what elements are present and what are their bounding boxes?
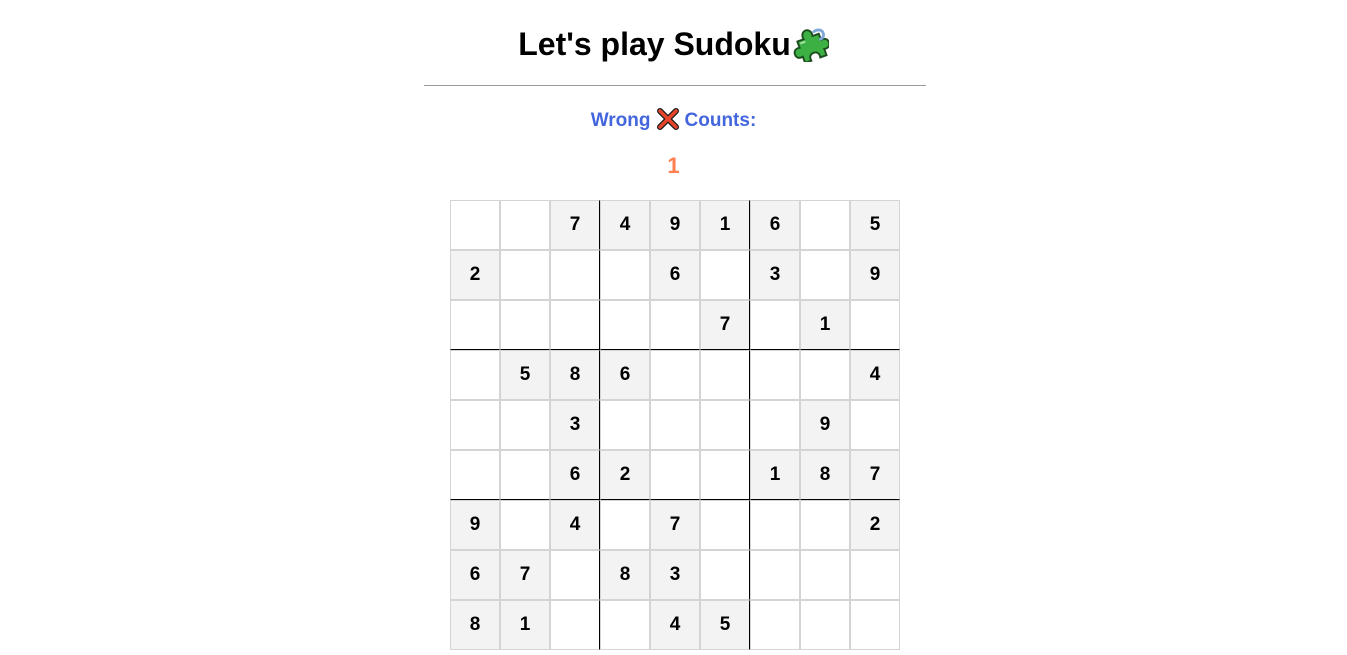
sudoku-cell-r2-c6[interactable]: [700, 250, 750, 300]
sudoku-board: 74916526397158643962187947267838145: [450, 200, 900, 650]
sudoku-cell-r6-c5[interactable]: [650, 450, 700, 500]
sudoku-cell-r4-c3[interactable]: 8: [550, 350, 600, 400]
sudoku-cell-r8-c1[interactable]: 6: [450, 550, 500, 600]
sudoku-cell-r5-c5[interactable]: [650, 400, 700, 450]
sudoku-cell-r9-c7[interactable]: [750, 600, 800, 650]
sudoku-cell-r3-c1[interactable]: [450, 300, 500, 350]
sudoku-cell-r5-c9[interactable]: [850, 400, 900, 450]
sudoku-cell-r2-c2[interactable]: [500, 250, 550, 300]
sudoku-cell-r1-c5[interactable]: 9: [650, 200, 700, 250]
sudoku-cell-r4-c9[interactable]: 4: [850, 350, 900, 400]
sudoku-cell-r5-c3[interactable]: 3: [550, 400, 600, 450]
sudoku-cell-r1-c8[interactable]: [800, 200, 850, 250]
sudoku-cell-r3-c3[interactable]: [550, 300, 600, 350]
sudoku-cell-r8-c8[interactable]: [800, 550, 850, 600]
sudoku-cell-r4-c7[interactable]: [750, 350, 800, 400]
wrong-label: Wrong: [590, 110, 651, 131]
sudoku-cell-r9-c4[interactable]: [600, 600, 650, 650]
sudoku-cell-r1-c1[interactable]: [450, 200, 500, 250]
sudoku-cell-r2-c9[interactable]: 9: [850, 250, 900, 300]
sudoku-cell-r3-c5[interactable]: [650, 300, 700, 350]
sudoku-cell-r2-c3[interactable]: [550, 250, 600, 300]
sudoku-cell-r5-c2[interactable]: [500, 400, 550, 450]
page-title-text: Let's play Sudoku: [518, 26, 791, 62]
sudoku-cell-r5-c8[interactable]: 9: [800, 400, 850, 450]
sudoku-cell-r8-c4[interactable]: 8: [600, 550, 650, 600]
sudoku-cell-r5-c7[interactable]: [750, 400, 800, 450]
sudoku-cell-r3-c2[interactable]: [500, 300, 550, 350]
sudoku-cell-r1-c4[interactable]: 4: [600, 200, 650, 250]
sudoku-cell-r3-c8[interactable]: 1: [800, 300, 850, 350]
sudoku-cell-r7-c5[interactable]: 7: [650, 500, 700, 550]
sudoku-cell-r2-c7[interactable]: 3: [750, 250, 800, 300]
sudoku-cell-r4-c1[interactable]: [450, 350, 500, 400]
sudoku-cell-r4-c6[interactable]: [700, 350, 750, 400]
sudoku-cell-r7-c7[interactable]: [750, 500, 800, 550]
sudoku-cell-r9-c6[interactable]: 5: [700, 600, 750, 650]
sudoku-cell-r7-c8[interactable]: [800, 500, 850, 550]
sudoku-cell-r2-c5[interactable]: 6: [650, 250, 700, 300]
sudoku-cell-r8-c2[interactable]: 7: [500, 550, 550, 600]
sudoku-cell-r6-c7[interactable]: 1: [750, 450, 800, 500]
sudoku-cell-r1-c3[interactable]: 7: [550, 200, 600, 250]
sudoku-cell-r6-c4[interactable]: 2: [600, 450, 650, 500]
sudoku-cell-r3-c9[interactable]: [850, 300, 900, 350]
sudoku-cell-r9-c2[interactable]: 1: [500, 600, 550, 650]
sudoku-cell-r7-c4[interactable]: [600, 500, 650, 550]
wrong-count-value: 1: [667, 153, 680, 178]
sudoku-cell-r9-c5[interactable]: 4: [650, 600, 700, 650]
sudoku-cell-r8-c7[interactable]: [750, 550, 800, 600]
sudoku-page: Let's play Sudoku Wrong Counts: 1 749165…: [0, 0, 1347, 655]
sudoku-cell-r6-c9[interactable]: 7: [850, 450, 900, 500]
sudoku-cell-r2-c1[interactable]: 2: [450, 250, 500, 300]
sudoku-cell-r8-c5[interactable]: 3: [650, 550, 700, 600]
sudoku-cell-r8-c9[interactable]: [850, 550, 900, 600]
sudoku-cell-r1-c9[interactable]: 5: [850, 200, 900, 250]
sudoku-cell-r5-c4[interactable]: [600, 400, 650, 450]
sudoku-cell-r2-c8[interactable]: [800, 250, 850, 300]
sudoku-cell-r4-c4[interactable]: 6: [600, 350, 650, 400]
page-title: Let's play Sudoku: [0, 22, 1347, 66]
sudoku-cell-r6-c2[interactable]: [500, 450, 550, 500]
sudoku-cell-r4-c2[interactable]: 5: [500, 350, 550, 400]
sudoku-cell-r7-c1[interactable]: 9: [450, 500, 500, 550]
sudoku-cell-r9-c9[interactable]: [850, 600, 900, 650]
sudoku-cell-r9-c3[interactable]: [550, 600, 600, 650]
sudoku-cell-r9-c1[interactable]: 8: [450, 600, 500, 650]
sudoku-cell-r8-c6[interactable]: [700, 550, 750, 600]
sudoku-cell-r5-c1[interactable]: [450, 400, 500, 450]
wrong-counts-label: Wrong Counts:: [0, 108, 1347, 133]
sudoku-cell-r7-c2[interactable]: [500, 500, 550, 550]
sudoku-cell-r1-c6[interactable]: 1: [700, 200, 750, 250]
sudoku-cell-r6-c1[interactable]: [450, 450, 500, 500]
sudoku-cell-r2-c4[interactable]: [600, 250, 650, 300]
sudoku-cell-r4-c8[interactable]: [800, 350, 850, 400]
sudoku-cell-r3-c6[interactable]: 7: [700, 300, 750, 350]
sudoku-cell-r6-c3[interactable]: 6: [550, 450, 600, 500]
cross-mark-icon: [656, 108, 679, 130]
header-divider: [424, 85, 926, 86]
sudoku-cell-r9-c8[interactable]: [800, 600, 850, 650]
sudoku-cell-r6-c8[interactable]: 8: [800, 450, 850, 500]
sudoku-cell-r8-c3[interactable]: [550, 550, 600, 600]
sudoku-cell-r5-c6[interactable]: [700, 400, 750, 450]
sudoku-cell-r3-c4[interactable]: [600, 300, 650, 350]
sudoku-cell-r7-c6[interactable]: [700, 500, 750, 550]
puzzle-piece-icon: [793, 28, 829, 62]
sudoku-cell-r4-c5[interactable]: [650, 350, 700, 400]
sudoku-cell-r3-c7[interactable]: [750, 300, 800, 350]
sudoku-cell-r6-c6[interactable]: [700, 450, 750, 500]
sudoku-cell-r1-c2[interactable]: [500, 200, 550, 250]
counts-label: Counts:: [684, 110, 757, 131]
sudoku-cell-r7-c9[interactable]: 2: [850, 500, 900, 550]
sudoku-cell-r7-c3[interactable]: 4: [550, 500, 600, 550]
sudoku-cell-r1-c7[interactable]: 6: [750, 200, 800, 250]
